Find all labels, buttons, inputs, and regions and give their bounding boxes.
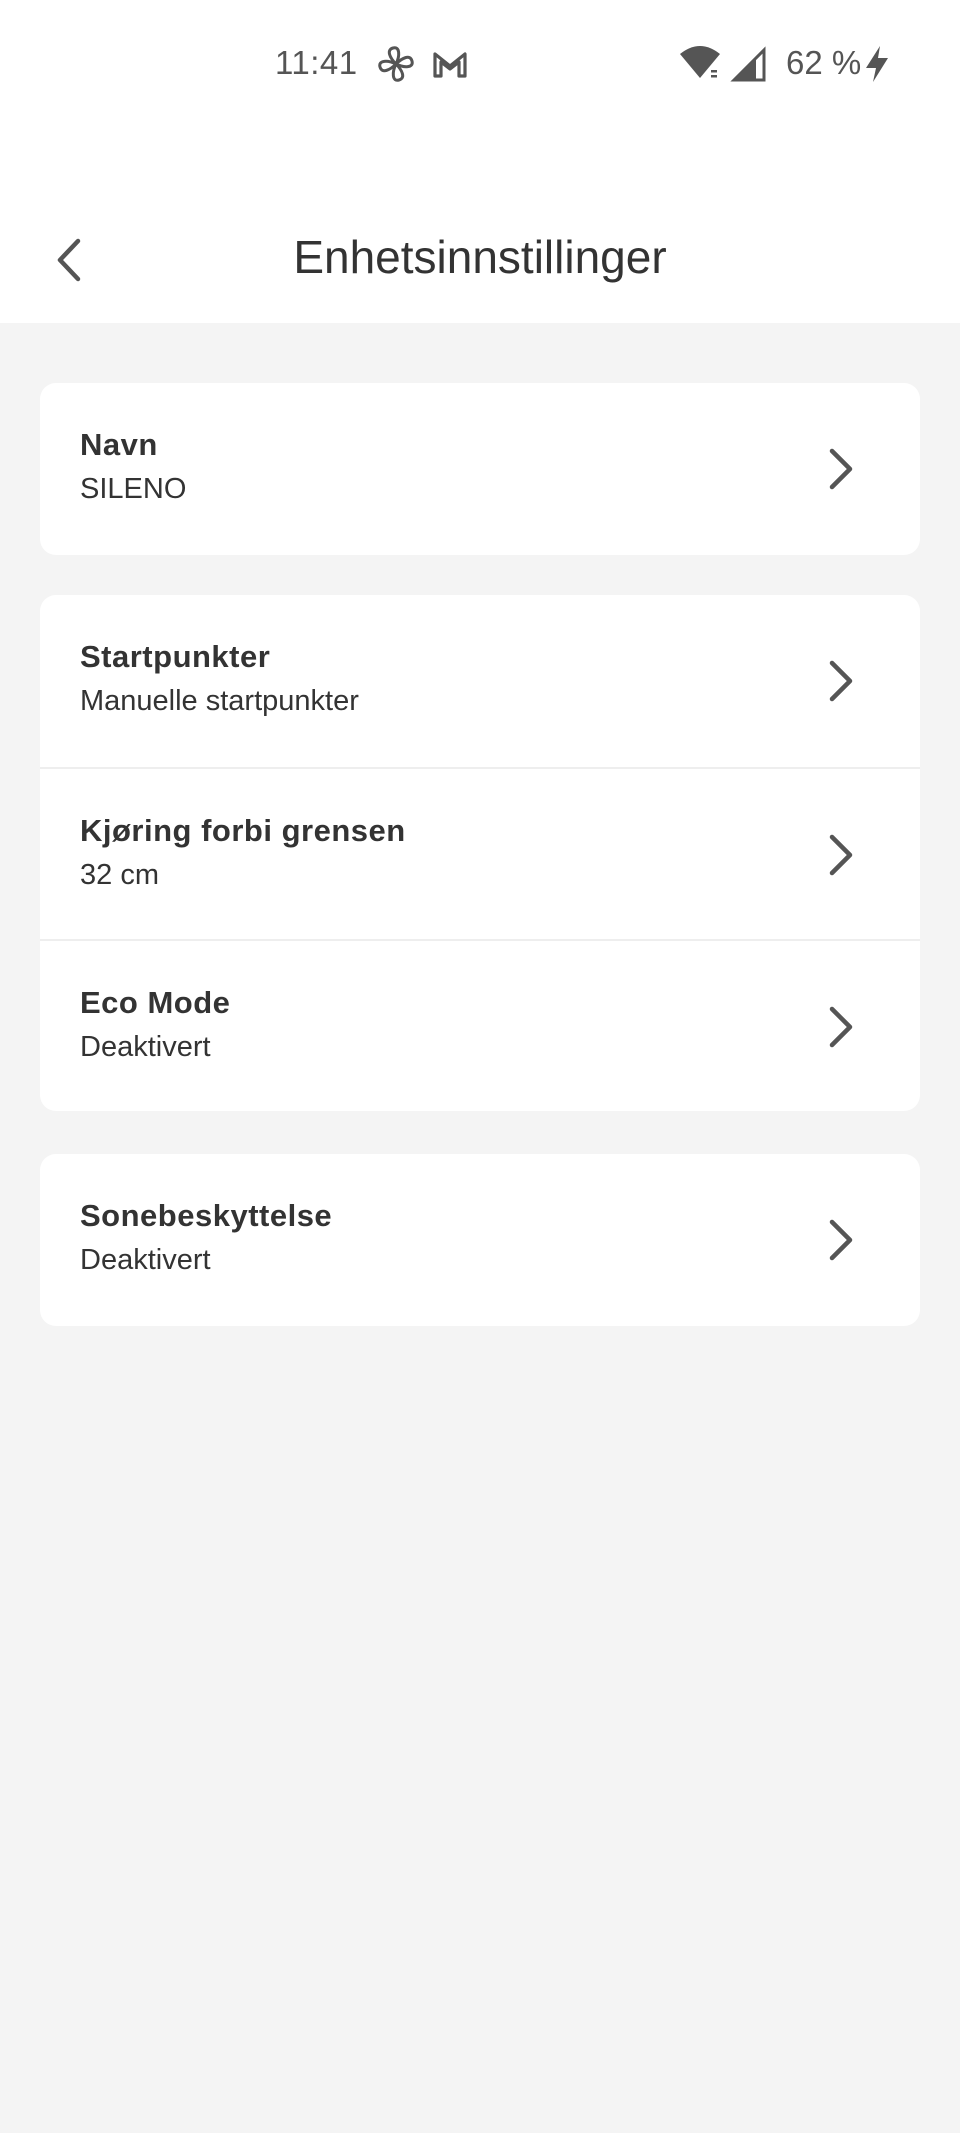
setting-row-eco-mode[interactable]: Eco Mode Deaktivert xyxy=(40,939,920,1111)
setting-title: Kjøring forbi grensen xyxy=(80,813,406,848)
gmail-icon xyxy=(430,44,470,84)
chevron-right-icon xyxy=(812,653,868,709)
app-header: Enhetsinnstillinger xyxy=(0,130,960,323)
setting-title: Navn xyxy=(80,427,158,462)
chevron-right-icon xyxy=(812,1212,868,1268)
chevron-right-icon xyxy=(812,827,868,883)
page-title: Enhetsinnstillinger xyxy=(293,231,667,283)
setting-row-sonebeskyttelse[interactable]: Sonebeskyttelse Deaktivert xyxy=(40,1154,920,1326)
settings-card-zone: Sonebeskyttelse Deaktivert xyxy=(40,1154,920,1326)
chevron-right-icon xyxy=(812,999,868,1055)
settings-card-mowing: Startpunkter Manuelle startpunkter Kjøri… xyxy=(40,595,920,1111)
status-bar: 11:41 62 % xyxy=(0,0,960,130)
setting-value: Deaktivert xyxy=(80,1031,211,1063)
wifi-icon xyxy=(678,44,720,84)
setting-title: Startpunkter xyxy=(80,639,271,674)
setting-value: Manuelle startpunkter xyxy=(80,685,359,717)
settings-card-name: Navn SILENO xyxy=(40,383,920,555)
battery-percent: 62 % xyxy=(786,44,862,81)
setting-title: Sonebeskyttelse xyxy=(80,1198,333,1233)
setting-row-kjoring-forbi-grensen[interactable]: Kjøring forbi grensen 32 cm xyxy=(40,767,920,939)
chevron-right-icon xyxy=(812,441,868,497)
cell-signal-icon xyxy=(730,44,770,84)
charging-bolt-icon xyxy=(862,44,902,84)
setting-row-startpunkter[interactable]: Startpunkter Manuelle startpunkter xyxy=(40,595,920,767)
setting-row-navn[interactable]: Navn SILENO xyxy=(40,383,920,555)
pinwheel-icon xyxy=(376,44,416,84)
setting-value: SILENO xyxy=(80,473,187,505)
setting-value: Deaktivert xyxy=(80,1244,211,1276)
setting-title: Eco Mode xyxy=(80,985,231,1020)
status-time: 11:41 xyxy=(275,44,358,81)
setting-value: 32 cm xyxy=(80,859,159,891)
